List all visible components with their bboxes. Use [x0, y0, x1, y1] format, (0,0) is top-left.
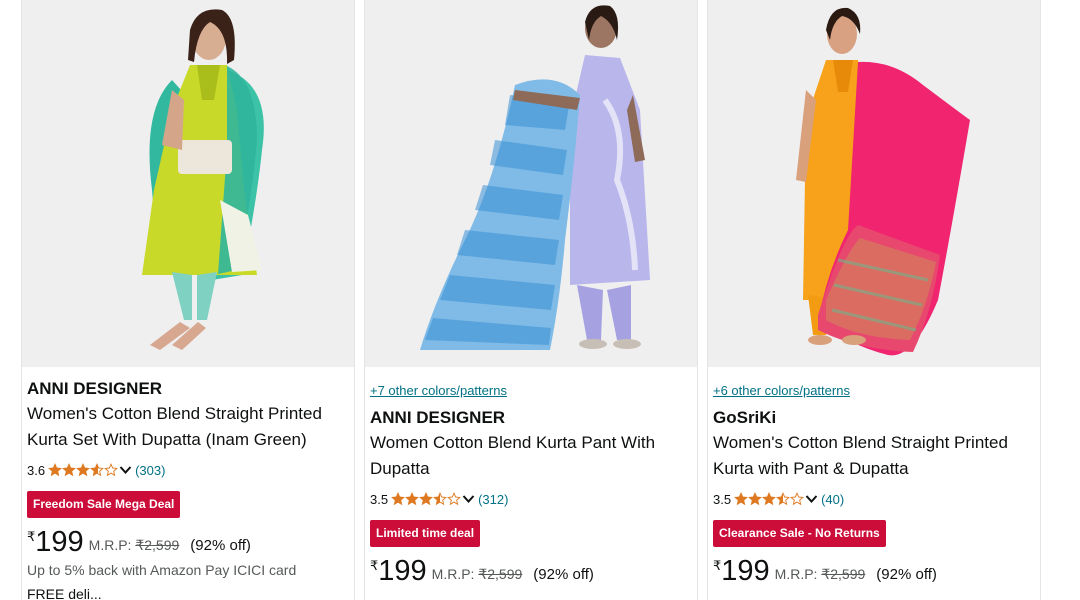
mrp: M.R.P: ₹2,599 — [432, 566, 523, 583]
deal-badge: Clearance Sale - No Returns — [713, 520, 886, 547]
mrp-value: ₹2,599 — [135, 537, 180, 553]
star-rating-icon[interactable] — [48, 463, 119, 477]
price-value[interactable]: 199 — [721, 556, 769, 586]
product-photo-blue-kurta — [420, 5, 650, 350]
star-icon — [90, 463, 105, 477]
deal-badge: Limited time deal — [370, 520, 481, 547]
price-row: ₹ 199 M.R.P: ₹2,599 (92% off) — [27, 527, 349, 557]
other-colors-link[interactable]: +6 other colors/patterns — [713, 383, 1035, 399]
product-photo-green-kurta — [142, 9, 264, 350]
product-card[interactable]: +6 other colors/patterns GoSriKi Women's… — [707, 0, 1041, 600]
deal-badge: Freedom Sale Mega Deal — [27, 491, 181, 518]
star-icon — [790, 492, 805, 506]
star-icon — [433, 492, 448, 506]
star-icon — [734, 492, 749, 506]
review-count-link[interactable]: (303) — [135, 463, 165, 478]
delivery-info: FREE deli... — [27, 586, 102, 600]
mrp: M.R.P: ₹2,599 — [89, 537, 180, 554]
product-card[interactable]: ANNI DESIGNER Women's Cotton Blend Strai… — [21, 0, 355, 600]
rating-value: 3.6 — [27, 462, 46, 478]
star-icon — [447, 492, 462, 506]
star-icon — [76, 463, 91, 477]
discount-percent: (92% off) — [190, 537, 251, 554]
currency-symbol: ₹ — [27, 529, 36, 544]
star-icon — [62, 463, 77, 477]
product-image[interactable] — [22, 0, 354, 367]
price-value[interactable]: 199 — [35, 527, 83, 557]
review-count-link[interactable]: (312) — [478, 492, 508, 507]
mrp-label: M.R.P: — [774, 566, 818, 582]
product-brand: ANNI DESIGNER — [370, 408, 506, 427]
discount-percent: (92% off) — [876, 566, 937, 583]
price-value[interactable]: 199 — [378, 556, 426, 586]
chevron-down-icon[interactable] — [119, 463, 132, 478]
star-icon — [104, 463, 119, 477]
mrp-value: ₹2,599 — [478, 566, 523, 582]
discount-percent: (92% off) — [533, 566, 594, 583]
star-rating-icon[interactable] — [734, 492, 805, 506]
star-icon — [391, 492, 406, 506]
product-grid: ANNI DESIGNER Women's Cotton Blend Strai… — [21, 0, 1043, 600]
mrp-label: M.R.P: — [431, 566, 475, 582]
rating-row: 3.5 (40) — [713, 490, 1035, 508]
price-row: ₹ 199 M.R.P: ₹2,599 (92% off) — [370, 556, 692, 586]
product-photo-yellow-kurta — [796, 7, 970, 356]
star-icon — [419, 492, 434, 506]
review-count-link[interactable]: (40) — [821, 492, 844, 507]
star-icon — [405, 492, 420, 506]
star-icon — [48, 463, 63, 477]
star-icon — [776, 492, 791, 506]
product-title[interactable]: Women's Cotton Blend Straight Printed Ku… — [713, 430, 1035, 482]
product-image[interactable] — [708, 0, 1040, 367]
product-title[interactable]: Women Cotton Blend Kurta Pant With Dupat… — [370, 430, 692, 482]
rating-row: 3.5 (312) — [370, 490, 692, 508]
cashback-offer: Up to 5% back with Amazon Pay ICICI card — [27, 562, 297, 578]
rating-row: 3.6 (303) — [27, 461, 349, 479]
chevron-down-icon[interactable] — [805, 492, 818, 507]
product-card[interactable]: +7 other colors/patterns ANNI DESIGNER W… — [364, 0, 698, 600]
product-image[interactable] — [365, 0, 697, 367]
product-brand: ANNI DESIGNER — [27, 379, 163, 398]
currency-symbol: ₹ — [370, 558, 379, 573]
rating-value: 3.5 — [370, 491, 389, 507]
rating-value: 3.5 — [713, 491, 732, 507]
star-icon — [748, 492, 763, 506]
star-icon — [762, 492, 777, 506]
currency-symbol: ₹ — [713, 558, 722, 573]
mrp-label: M.R.P: — [88, 537, 132, 553]
chevron-down-icon[interactable] — [462, 492, 475, 507]
product-brand: GoSriKi — [713, 408, 777, 427]
product-title[interactable]: Women's Cotton Blend Straight Printed Ku… — [27, 401, 349, 453]
price-row: ₹ 199 M.R.P: ₹2,599 (92% off) — [713, 556, 1035, 586]
mrp-value: ₹2,599 — [821, 566, 866, 582]
mrp: M.R.P: ₹2,599 — [775, 566, 866, 583]
other-colors-link[interactable]: +7 other colors/patterns — [370, 383, 692, 399]
star-rating-icon[interactable] — [391, 492, 462, 506]
